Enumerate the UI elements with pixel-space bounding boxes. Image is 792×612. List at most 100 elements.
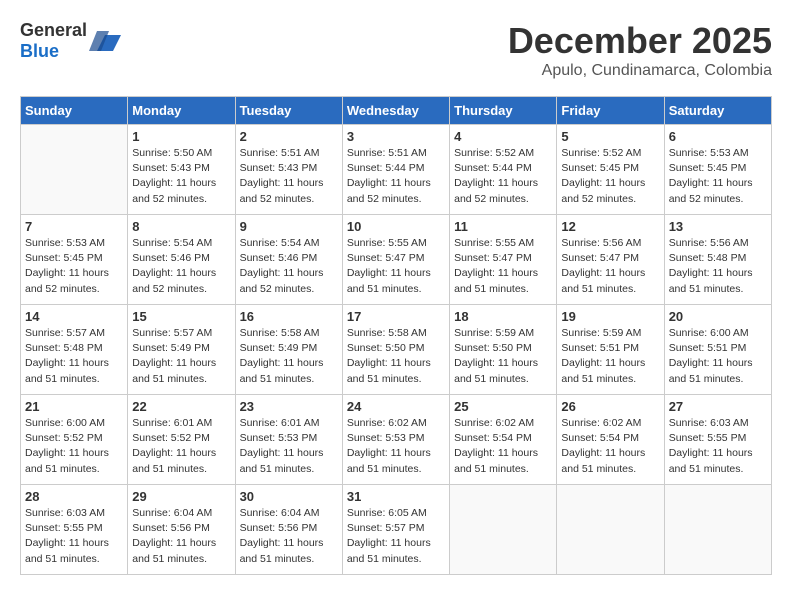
calendar-cell <box>21 125 128 215</box>
calendar-cell: 23 Sunrise: 6:01 AM Sunset: 5:53 PM Dayli… <box>235 395 342 485</box>
day-number: 25 <box>454 399 552 414</box>
day-info: Sunrise: 5:51 AM Sunset: 5:44 PM Dayligh… <box>347 146 445 207</box>
day-info: Sunrise: 5:54 AM Sunset: 5:46 PM Dayligh… <box>240 236 338 297</box>
weekday-header-tuesday: Tuesday <box>235 97 342 125</box>
day-info: Sunrise: 6:02 AM Sunset: 5:53 PM Dayligh… <box>347 416 445 477</box>
day-info: Sunrise: 5:59 AM Sunset: 5:51 PM Dayligh… <box>561 326 659 387</box>
day-info: Sunrise: 6:00 AM Sunset: 5:51 PM Dayligh… <box>669 326 767 387</box>
calendar-cell: 4 Sunrise: 5:52 AM Sunset: 5:44 PM Daylig… <box>450 125 557 215</box>
day-number: 14 <box>25 309 123 324</box>
day-info: Sunrise: 6:01 AM Sunset: 5:52 PM Dayligh… <box>132 416 230 477</box>
calendar-cell: 25 Sunrise: 6:02 AM Sunset: 5:54 PM Dayli… <box>450 395 557 485</box>
day-number: 20 <box>669 309 767 324</box>
day-number: 31 <box>347 489 445 504</box>
day-info: Sunrise: 6:05 AM Sunset: 5:57 PM Dayligh… <box>347 506 445 567</box>
calendar-week-row: 1Sunrise: 5:50 AM Sunset: 5:43 PM Daylig… <box>21 125 772 215</box>
calendar-cell: 30 Sunrise: 6:04 AM Sunset: 5:56 PM Dayli… <box>235 485 342 575</box>
day-number: 3 <box>347 129 445 144</box>
day-number: 27 <box>669 399 767 414</box>
day-info: Sunrise: 5:58 AM Sunset: 5:50 PM Dayligh… <box>347 326 445 387</box>
day-info: Sunrise: 5:54 AM Sunset: 5:46 PM Dayligh… <box>132 236 230 297</box>
calendar-cell: 31 Sunrise: 6:05 AM Sunset: 5:57 PM Dayli… <box>342 485 449 575</box>
calendar-cell <box>450 485 557 575</box>
day-info: Sunrise: 5:57 AM Sunset: 5:49 PM Dayligh… <box>132 326 230 387</box>
day-number: 9 <box>240 219 338 234</box>
day-number: 11 <box>454 219 552 234</box>
day-number: 23 <box>240 399 338 414</box>
day-info: Sunrise: 5:57 AM Sunset: 5:48 PM Dayligh… <box>25 326 123 387</box>
calendar-cell: 5 Sunrise: 5:52 AM Sunset: 5:45 PM Daylig… <box>557 125 664 215</box>
day-info: Sunrise: 5:53 AM Sunset: 5:45 PM Dayligh… <box>25 236 123 297</box>
day-number: 4 <box>454 129 552 144</box>
calendar-cell: 20 Sunrise: 6:00 AM Sunset: 5:51 PM Dayli… <box>664 305 771 395</box>
day-info: Sunrise: 5:56 AM Sunset: 5:47 PM Dayligh… <box>561 236 659 297</box>
day-number: 22 <box>132 399 230 414</box>
calendar-cell: 12Sunrise: 5:56 AM Sunset: 5:47 PM Dayli… <box>557 215 664 305</box>
day-number: 18 <box>454 309 552 324</box>
day-info: Sunrise: 5:53 AM Sunset: 5:45 PM Dayligh… <box>669 146 767 207</box>
calendar-cell: 24 Sunrise: 6:02 AM Sunset: 5:53 PM Dayli… <box>342 395 449 485</box>
calendar-cell: 11 Sunrise: 5:55 AM Sunset: 5:47 PM Dayli… <box>450 215 557 305</box>
calendar-cell: 28Sunrise: 6:03 AM Sunset: 5:55 PM Dayli… <box>21 485 128 575</box>
logo-general: General <box>20 20 87 40</box>
day-number: 10 <box>347 219 445 234</box>
calendar-cell: 17 Sunrise: 5:58 AM Sunset: 5:50 PM Dayli… <box>342 305 449 395</box>
weekday-header-thursday: Thursday <box>450 97 557 125</box>
month-title: December 2025 <box>508 20 772 62</box>
calendar-cell <box>664 485 771 575</box>
day-number: 5 <box>561 129 659 144</box>
day-info: Sunrise: 5:58 AM Sunset: 5:49 PM Dayligh… <box>240 326 338 387</box>
day-number: 7 <box>25 219 123 234</box>
logo-text: General Blue <box>20 20 87 62</box>
day-number: 16 <box>240 309 338 324</box>
day-number: 26 <box>561 399 659 414</box>
calendar-week-row: 28Sunrise: 6:03 AM Sunset: 5:55 PM Dayli… <box>21 485 772 575</box>
day-info: Sunrise: 5:56 AM Sunset: 5:48 PM Dayligh… <box>669 236 767 297</box>
calendar-cell: 29Sunrise: 6:04 AM Sunset: 5:56 PM Dayli… <box>128 485 235 575</box>
calendar-cell: 16 Sunrise: 5:58 AM Sunset: 5:49 PM Dayli… <box>235 305 342 395</box>
calendar-cell: 27Sunrise: 6:03 AM Sunset: 5:55 PM Dayli… <box>664 395 771 485</box>
day-info: Sunrise: 6:01 AM Sunset: 5:53 PM Dayligh… <box>240 416 338 477</box>
day-number: 19 <box>561 309 659 324</box>
calendar-cell: 8 Sunrise: 5:54 AM Sunset: 5:46 PM Daylig… <box>128 215 235 305</box>
weekday-header-saturday: Saturday <box>664 97 771 125</box>
weekday-header-monday: Monday <box>128 97 235 125</box>
day-number: 13 <box>669 219 767 234</box>
day-number: 8 <box>132 219 230 234</box>
day-info: Sunrise: 5:52 AM Sunset: 5:45 PM Dayligh… <box>561 146 659 207</box>
calendar-cell: 19 Sunrise: 5:59 AM Sunset: 5:51 PM Dayli… <box>557 305 664 395</box>
day-info: Sunrise: 6:00 AM Sunset: 5:52 PM Dayligh… <box>25 416 123 477</box>
calendar-cell: 14 Sunrise: 5:57 AM Sunset: 5:48 PM Dayli… <box>21 305 128 395</box>
calendar-cell: 1Sunrise: 5:50 AM Sunset: 5:43 PM Daylig… <box>128 125 235 215</box>
calendar-table: SundayMondayTuesdayWednesdayThursdayFrid… <box>20 96 772 575</box>
logo-icon <box>89 27 121 55</box>
calendar-cell: 2Sunrise: 5:51 AM Sunset: 5:43 PM Daylig… <box>235 125 342 215</box>
day-number: 17 <box>347 309 445 324</box>
day-info: Sunrise: 6:04 AM Sunset: 5:56 PM Dayligh… <box>240 506 338 567</box>
day-info: Sunrise: 6:02 AM Sunset: 5:54 PM Dayligh… <box>454 416 552 477</box>
weekday-header-wednesday: Wednesday <box>342 97 449 125</box>
calendar-cell: 10Sunrise: 5:55 AM Sunset: 5:47 PM Dayli… <box>342 215 449 305</box>
day-info: Sunrise: 5:59 AM Sunset: 5:50 PM Dayligh… <box>454 326 552 387</box>
calendar-week-row: 7 Sunrise: 5:53 AM Sunset: 5:45 PM Daylig… <box>21 215 772 305</box>
title-area: December 2025 Apulo, Cundinamarca, Colom… <box>508 20 772 80</box>
calendar-cell: 22 Sunrise: 6:01 AM Sunset: 5:52 PM Dayli… <box>128 395 235 485</box>
calendar-cell: 26 Sunrise: 6:02 AM Sunset: 5:54 PM Dayli… <box>557 395 664 485</box>
calendar-cell: 21Sunrise: 6:00 AM Sunset: 5:52 PM Dayli… <box>21 395 128 485</box>
weekday-header-row: SundayMondayTuesdayWednesdayThursdayFrid… <box>21 97 772 125</box>
day-info: Sunrise: 6:02 AM Sunset: 5:54 PM Dayligh… <box>561 416 659 477</box>
day-number: 15 <box>132 309 230 324</box>
header: General Blue December 2025 Apulo, Cundin… <box>20 20 772 80</box>
day-info: Sunrise: 5:55 AM Sunset: 5:47 PM Dayligh… <box>454 236 552 297</box>
day-number: 30 <box>240 489 338 504</box>
day-info: Sunrise: 5:52 AM Sunset: 5:44 PM Dayligh… <box>454 146 552 207</box>
calendar-cell: 13 Sunrise: 5:56 AM Sunset: 5:48 PM Dayli… <box>664 215 771 305</box>
day-info: Sunrise: 5:51 AM Sunset: 5:43 PM Dayligh… <box>240 146 338 207</box>
calendar-cell <box>557 485 664 575</box>
weekday-header-friday: Friday <box>557 97 664 125</box>
calendar-week-row: 14 Sunrise: 5:57 AM Sunset: 5:48 PM Dayli… <box>21 305 772 395</box>
calendar-cell: 18 Sunrise: 5:59 AM Sunset: 5:50 PM Dayli… <box>450 305 557 395</box>
day-info: Sunrise: 6:04 AM Sunset: 5:56 PM Dayligh… <box>132 506 230 567</box>
day-number: 24 <box>347 399 445 414</box>
calendar-cell: 15 Sunrise: 5:57 AM Sunset: 5:49 PM Dayli… <box>128 305 235 395</box>
